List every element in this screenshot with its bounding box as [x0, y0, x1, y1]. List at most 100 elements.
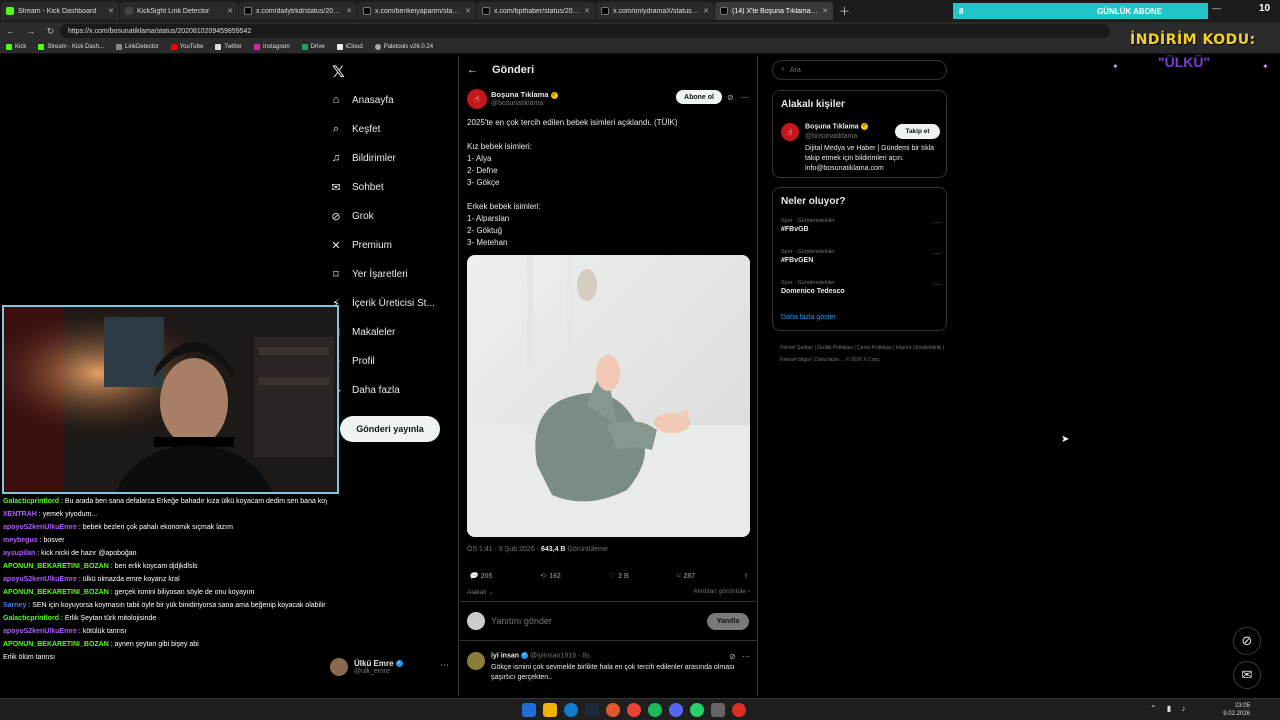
chat-username[interactable]: apoyuS2kenUlkuEmre [3, 524, 77, 531]
trend-item[interactable]: Spor · Gündemdekiler Domenico Tedesco ⋯ [781, 280, 941, 295]
trend-item[interactable]: Spor · Gündemdekiler #FBvGEN ⋯ [781, 249, 941, 264]
forward-icon[interactable]: → [26, 26, 35, 37]
bookmark-instagram[interactable]: Instagram [253, 43, 290, 50]
nav-item-notifications[interactable]: ♫ Bildirimler [330, 152, 396, 164]
whatsapp-icon[interactable] [690, 703, 704, 717]
follow-button[interactable]: Takip et [895, 124, 940, 139]
close-tab-icon[interactable]: ✕ [822, 7, 828, 15]
nav-item-bookmarks[interactable]: ⌑ Yer İşaretleri [330, 268, 408, 281]
close-tab-icon[interactable]: ✕ [703, 7, 709, 15]
x-logo-icon[interactable]: 𝕏 [332, 62, 345, 82]
bookmark-twitter[interactable]: Twitter [215, 43, 242, 50]
browser-tab[interactable]: x.com/bpthaber/status/20209434...✕ [477, 2, 595, 20]
grok-fab-icon[interactable]: ⊘ [1233, 627, 1261, 655]
author-handle[interactable]: @bosunatiklama [491, 100, 543, 107]
browser-tab[interactable]: x.com/onlydramaX/status/20209...✕ [596, 2, 714, 20]
author-name[interactable]: Boşuna Tıklama [491, 90, 549, 99]
back-arrow-icon[interactable]: ← [467, 64, 478, 76]
nav-item-premium[interactable]: ✕ Premium [330, 239, 392, 252]
window-controls[interactable]: — [1212, 3, 1231, 13]
reply-input[interactable]: Yanıtını gönder [491, 616, 552, 626]
search-input[interactable]: ⌕ Ara [772, 60, 947, 80]
discord-icon[interactable] [669, 703, 683, 717]
messages-fab-icon[interactable]: ✉ [1233, 661, 1261, 689]
bookmark-drive[interactable]: Drive [301, 43, 325, 50]
chat-username[interactable]: aysupilan [3, 550, 35, 557]
close-tab-icon[interactable]: ✕ [227, 7, 233, 15]
post-image[interactable] [467, 255, 750, 537]
account-more-icon[interactable]: ⋯ [440, 660, 449, 671]
footer-links[interactable]: Hizmet Şartları | Gizlilik Politikası | … [780, 342, 945, 366]
url-input[interactable]: https://x.com/bosunatiklama/status/20208… [60, 24, 1110, 38]
start-icon[interactable] [522, 703, 536, 717]
show-more-link[interactable]: Daha fazla göster [781, 314, 836, 321]
steam-icon[interactable] [585, 703, 599, 717]
close-tab-icon[interactable]: ✕ [584, 7, 590, 15]
close-tab-icon[interactable]: ✕ [465, 7, 471, 15]
nav-item-grok[interactable]: ⊘ Grok [330, 210, 373, 223]
system-tray-icons[interactable]: ⌃ ▮ ♪ [1150, 704, 1190, 713]
reload-icon[interactable]: ↻ [47, 26, 55, 37]
account-switcher[interactable]: Ülkü Emre ✓ @ulk_emre ⋯ [330, 658, 449, 676]
browser-tab-active[interactable]: (14) X'te Boşuna Tıklama: "2025'te...✕ [715, 2, 833, 20]
trend-item[interactable]: Spor · Gündemdekiler #FBvGB ⋯ [781, 218, 941, 233]
nav-item-explore[interactable]: ⌕ Keşfet [330, 123, 380, 136]
bookmark-stream[interactable]: Stream - Kick Dash... [38, 43, 104, 50]
bookmark-youtube[interactable]: YouTube [170, 43, 203, 50]
bookmark-linkdetector[interactable]: LinkDetector [116, 43, 159, 50]
browser-tab[interactable]: KickSight Link Detector ✕ [120, 2, 238, 20]
avatar[interactable] [467, 652, 485, 670]
share-action[interactable]: ⇪ [743, 572, 749, 580]
repost-action[interactable]: ⟲ 162 [540, 572, 561, 581]
nav-item-home[interactable]: ⌂ Anasayfa [330, 94, 394, 106]
browser-icon[interactable] [606, 703, 620, 717]
avatar[interactable]: ☝ [781, 123, 799, 141]
chat-username[interactable]: XENTRAH [3, 511, 37, 518]
more-options-icon[interactable]: ⋯ [742, 652, 750, 661]
relevant-sort-dropdown[interactable]: Alakalı ⌄ [467, 588, 494, 596]
more-options-icon[interactable]: ⋯ [741, 93, 749, 102]
chrome-icon[interactable] [627, 703, 641, 717]
like-action[interactable]: ♡ 2 B [609, 572, 629, 581]
spotify-icon[interactable] [648, 703, 662, 717]
bookmark-action[interactable]: ⌑ 287 [677, 572, 695, 581]
nav-item-more[interactable]: ⋯Daha fazla [330, 384, 400, 397]
chat-username[interactable]: meybegus [3, 537, 38, 544]
browser-tab[interactable]: x.com/dailytrkd/status/20199316...✕ [239, 2, 357, 20]
browser-tab[interactable]: x.com/benkeiyaparim/status/201...✕ [358, 2, 476, 20]
view-quotes-link[interactable]: Alıntıları görüntüle › [693, 588, 750, 596]
bookmark-kick[interactable]: Kick [6, 43, 26, 50]
more-options-icon[interactable]: ⋯ [933, 280, 941, 289]
chat-username[interactable]: apoyuS2kenUlkuEmre [3, 628, 77, 635]
bookmark-icloud[interactable]: iCloud [336, 43, 363, 50]
chat-username[interactable]: APONUN_BEKARETINI_BOZAN [3, 589, 109, 596]
chat-username[interactable]: Galacticprintlord [3, 498, 59, 505]
subscribe-button[interactable]: Abone ol [676, 90, 722, 104]
clock[interactable]: 23:05 9.02.2026 [1190, 702, 1250, 718]
chat-username[interactable]: APONUN_BEKARETINI_BOZAN [3, 563, 109, 570]
back-icon[interactable]: ← [6, 26, 15, 37]
chat-username[interactable]: Galacticprintlord [3, 615, 59, 622]
nav-item-creator-studio[interactable]: ⚡ İçerik Üreticisi St... [330, 297, 435, 310]
edge-icon[interactable] [564, 703, 578, 717]
close-tab-icon[interactable]: ✕ [108, 7, 114, 15]
bookmark-paletools[interactable]: Paletools v26.0.24 [374, 43, 433, 50]
grok-explain-icon[interactable]: ⊘ [729, 652, 736, 661]
reply-button[interactable]: Yanıtla [707, 613, 749, 630]
author-avatar[interactable]: ☝ [467, 89, 487, 109]
nav-item-articles[interactable]: ≣Makaleler [330, 326, 395, 339]
post-button[interactable]: Gönderi yayınla [340, 416, 440, 442]
file-explorer-icon[interactable] [543, 703, 557, 717]
reply-action[interactable]: 💬 205 [469, 572, 492, 581]
new-tab-icon[interactable]: ＋ [839, 3, 850, 19]
chat-username[interactable]: Sarney [3, 602, 26, 609]
obs-icon[interactable] [732, 703, 746, 717]
more-options-icon[interactable]: ⋯ [933, 249, 941, 258]
settings-icon[interactable] [711, 703, 725, 717]
chat-username[interactable]: apoyuS2kenUlkuEmre [3, 576, 77, 583]
browser-tab[interactable]: Stream - Kick Dashboard ✕ [1, 2, 119, 20]
close-tab-icon[interactable]: ✕ [346, 7, 352, 15]
chat-username[interactable]: APONUN_BEKARETINI_BOZAN [3, 641, 109, 648]
nav-item-chat[interactable]: ✉ Sohbet [330, 181, 383, 194]
grok-explain-icon[interactable]: ⊘ [727, 93, 734, 102]
